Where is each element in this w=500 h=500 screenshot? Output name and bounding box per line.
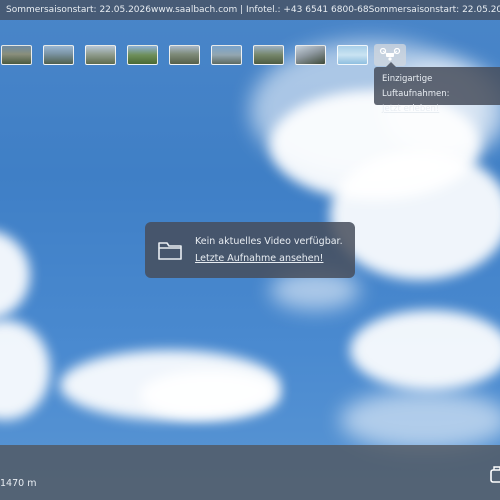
webcam-thumbnail[interactable] — [253, 45, 284, 65]
webcam-thumbnail[interactable] — [43, 45, 74, 65]
bottom-control-bar — [0, 445, 500, 500]
ticker-item: www.saalbach.com | Infotel.: +43 6541 68… — [150, 5, 369, 15]
aerial-tooltip: Einzigartige Luftaufnahmen: Jetzt erlebe… — [374, 62, 500, 114]
webcam-thumbnail[interactable] — [169, 45, 200, 65]
webcam-thumbnail[interactable] — [85, 45, 116, 65]
ticker-item: Sommersaisonstart: 22.05.2026 — [368, 5, 500, 15]
altitude-label: 1470 m — [0, 478, 37, 489]
webcam-thumbnail[interactable] — [337, 45, 368, 65]
folder-icon — [158, 242, 182, 260]
tooltip-title: Einzigartige Luftaufnahmen: — [382, 74, 450, 99]
ticker-item: Sommersaisonstart: 22.05.2026 — [6, 5, 151, 15]
webcam-thumbnail[interactable] — [295, 45, 326, 65]
last-recording-link[interactable]: Letzte Aufnahme ansehen! — [195, 250, 343, 267]
drone-icon — [379, 48, 401, 61]
webcam-thumbnail[interactable] — [1, 45, 32, 65]
webcam-thumbnail-strip — [0, 45, 420, 65]
webcam-thumbnail[interactable] — [127, 45, 158, 65]
no-video-notice: Kein aktuelles Video verfügbar. Letzte A… — [145, 222, 355, 278]
webcam-thumbnail[interactable] — [211, 45, 242, 65]
info-ticker: Sommersaisonstart: 22.05.2026 www.saalba… — [0, 0, 500, 20]
camera-icon[interactable] — [490, 463, 500, 485]
tooltip-arrow — [386, 62, 396, 67]
notice-message: Kein aktuelles Video verfügbar. — [195, 236, 343, 247]
aerial-link[interactable]: Jetzt erleben! — [382, 102, 496, 117]
